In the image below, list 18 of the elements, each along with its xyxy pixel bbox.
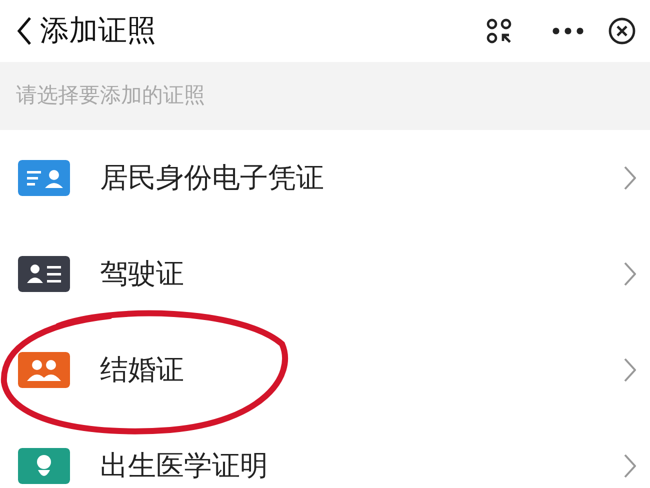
item-label: 居民身份电子凭证	[100, 160, 324, 196]
hint-text: 请选择要添加的证照	[16, 82, 205, 110]
list-item[interactable]: 居民身份电子凭证	[0, 130, 650, 226]
list-item[interactable]: 出生医学证明	[0, 418, 650, 488]
item-label: 驾驶证	[100, 256, 184, 292]
list-item[interactable]: 结婚证	[0, 322, 650, 418]
chevron-icon	[624, 262, 636, 286]
chevron-icon	[624, 166, 636, 190]
close-icon[interactable]	[608, 17, 636, 45]
item-label: 结婚证	[100, 352, 184, 388]
scan-icon[interactable]	[486, 18, 512, 44]
page-title: 添加证照	[40, 12, 156, 50]
list-item[interactable]: 驾驶证	[0, 226, 650, 322]
more-icon[interactable]	[552, 27, 584, 35]
chevron-icon	[624, 454, 636, 478]
item-label: 出生医学证明	[100, 448, 268, 484]
back-icon[interactable]	[16, 16, 32, 46]
chevron-icon	[624, 358, 636, 382]
